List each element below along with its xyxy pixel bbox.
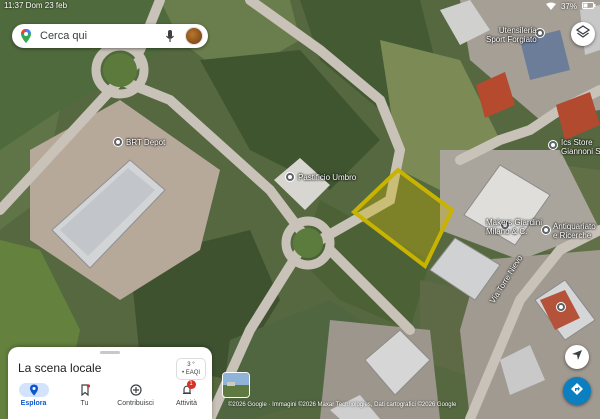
- bookmark-icon: [70, 383, 100, 397]
- air-quality-badge[interactable]: 3 ° • EAQI: [176, 358, 206, 380]
- tab-label: Esplora: [20, 400, 47, 407]
- tab-attivita[interactable]: 1 Attività: [161, 380, 212, 417]
- notification-badge: 1: [186, 380, 196, 389]
- directions-button[interactable]: [563, 377, 591, 405]
- battery-percent: 37%: [560, 2, 577, 11]
- aqi-value: 3 °: [187, 362, 195, 368]
- status-day: Dom 23 feb: [25, 1, 68, 10]
- sheet-drag-handle[interactable]: [100, 351, 120, 354]
- poi-marker-ics[interactable]: [548, 140, 558, 150]
- status-time: 11:37: [4, 1, 24, 10]
- search-bar[interactable]: Cerca qui: [12, 24, 208, 48]
- layers-button[interactable]: [571, 22, 595, 46]
- label-brt-depot[interactable]: BRT Depot: [126, 138, 165, 147]
- poi-marker-pastificio[interactable]: [285, 172, 295, 182]
- tab-label: Tu: [80, 400, 89, 407]
- label-makers[interactable]: Makers Giardini Milano & C.: [486, 218, 542, 236]
- poi-marker-antiquariato[interactable]: [541, 225, 551, 235]
- label-antiquariato[interactable]: Antiquariato e Ricerche: [553, 222, 596, 240]
- directions-icon: [570, 382, 584, 401]
- poi-marker-brt[interactable]: [113, 137, 123, 147]
- tab-label: Attività: [175, 400, 197, 407]
- tab-label: Contribuisci: [117, 400, 154, 407]
- bottom-sheet[interactable]: La scena locale 3 ° • EAQI Esplora Tu Co…: [8, 347, 212, 419]
- label-utensileria[interactable]: Utensileria Sport Forgiato: [486, 26, 537, 44]
- wifi-icon: [545, 2, 556, 12]
- status-right: 37%: [545, 1, 596, 12]
- my-location-button[interactable]: [565, 345, 589, 369]
- add-circle-icon: [121, 383, 151, 397]
- tab-esplora[interactable]: Esplora: [8, 381, 59, 417]
- battery-icon: [582, 2, 596, 11]
- notifications-icon: 1: [172, 380, 202, 397]
- bottom-tab-bar: Esplora Tu Contribuisci 1 Attività: [8, 380, 212, 417]
- street-view-thumbnail[interactable]: [222, 372, 250, 398]
- label-ics-store[interactable]: Ics Store Giannoni Srl: [561, 138, 600, 156]
- label-pastificio[interactable]: Pastificio Umbro: [298, 173, 356, 182]
- tab-contribuisci[interactable]: Contribuisci: [110, 381, 161, 417]
- status-left: 11:37 Dom 23 feb: [4, 1, 67, 12]
- avatar[interactable]: [185, 27, 203, 45]
- poi-marker-shop[interactable]: [556, 302, 566, 312]
- status-bar: 11:37 Dom 23 feb 37%: [4, 1, 596, 12]
- location-pin-icon: [18, 383, 49, 397]
- navigation-arrow-icon: [571, 348, 583, 366]
- map-copyright: ©2026 Google · Immagini ©2026 Maxar Tech…: [228, 402, 457, 408]
- search-input[interactable]: Cerca qui: [40, 30, 165, 42]
- aqi-label: • EAQI: [181, 370, 201, 376]
- layers-icon: [575, 24, 591, 44]
- tab-tu[interactable]: Tu: [59, 381, 110, 417]
- microphone-icon[interactable]: [165, 29, 175, 43]
- sheet-title: La scena locale: [18, 361, 102, 375]
- maps-logo-icon: [18, 28, 34, 44]
